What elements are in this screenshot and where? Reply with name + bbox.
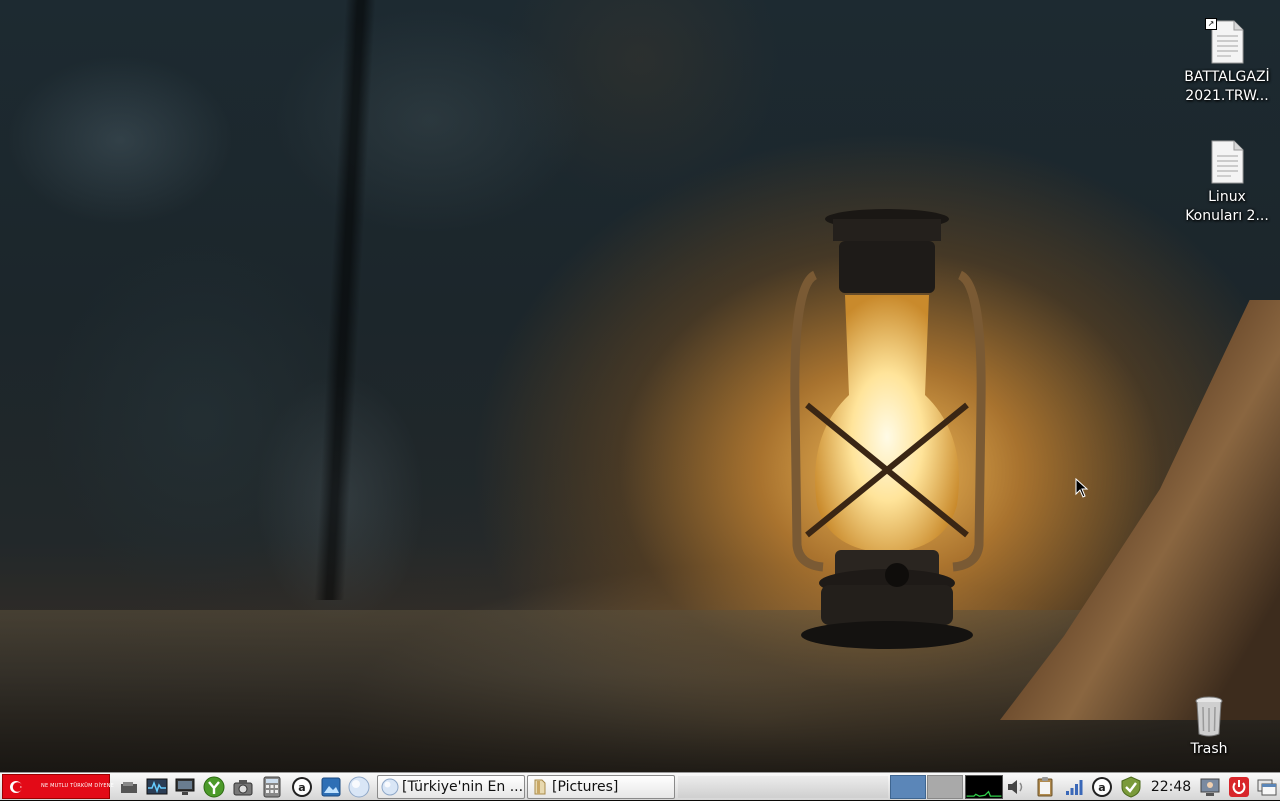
cpu-usage-graph xyxy=(965,775,1003,799)
text-document-icon xyxy=(1209,140,1245,184)
desktop-icon-linux-konulari[interactable]: Linux Konuları 2... xyxy=(1172,140,1280,226)
task-button-browser[interactable]: [Türkiye'nin En ... xyxy=(377,775,525,799)
start-slogan: NE MUTLU TÜRKÜM DİYENE xyxy=(41,783,115,789)
web-browser-icon[interactable] xyxy=(348,776,370,798)
folder-icon xyxy=(534,779,546,795)
network-signal-icon[interactable] xyxy=(1063,776,1085,798)
text-document-shortcut-icon: ↗ xyxy=(1205,18,1245,64)
clock[interactable]: 22:48 xyxy=(1146,773,1196,801)
desktop-icon-trash[interactable]: Trash xyxy=(1154,696,1264,759)
mouse-pointer-icon xyxy=(1075,478,1089,498)
workspace-2[interactable] xyxy=(927,775,963,799)
desktop-icon-label-line1: Linux xyxy=(1208,189,1246,205)
task-label: [Pictures] xyxy=(552,779,619,795)
desktop-icon-label: Trash xyxy=(1190,741,1228,757)
task-label: [Türkiye'nin En ... xyxy=(402,779,524,795)
svg-text:a: a xyxy=(298,781,305,794)
system-monitor-icon[interactable] xyxy=(146,776,168,798)
desktop-wallpaper[interactable] xyxy=(0,0,1280,772)
app-store-icon[interactable]: a xyxy=(291,776,313,798)
shortcut-arrow-icon: ↗ xyxy=(1205,18,1217,30)
torrent-client-icon[interactable] xyxy=(203,776,225,798)
svg-text:a: a xyxy=(1098,781,1105,794)
desktop-icon-label-line2: Konuları 2... xyxy=(1185,208,1269,224)
calculator-icon[interactable] xyxy=(261,776,283,798)
taskbar-empty-area xyxy=(678,776,888,798)
oil-lantern-image xyxy=(790,209,986,649)
workspace-1-active[interactable] xyxy=(890,775,926,799)
screenshot-icon[interactable] xyxy=(232,776,254,798)
software-update-icon[interactable]: a xyxy=(1091,776,1113,798)
user-switch-icon[interactable] xyxy=(1199,776,1221,798)
clipboard-icon[interactable] xyxy=(1034,776,1056,798)
taskbar: NE MUTLU TÜRKÜM DİYENE a [Türkiye'nin En… xyxy=(0,772,1280,800)
volume-icon[interactable] xyxy=(1005,776,1027,798)
desktop-icon-battalgazi[interactable]: ↗ BATTALGAZİ 2021.TRW... xyxy=(1172,18,1280,106)
show-desktop-icon[interactable] xyxy=(118,776,140,798)
display-icon[interactable] xyxy=(174,776,196,798)
image-viewer-icon[interactable] xyxy=(320,776,342,798)
security-shield-icon[interactable] xyxy=(1120,776,1142,798)
window-list-icon[interactable] xyxy=(1256,776,1278,798)
desktop-icon-label-line1: BATTALGAZİ xyxy=(1184,69,1270,85)
task-button-pictures[interactable]: [Pictures] xyxy=(527,775,675,799)
desktop-icon-label-line2: 2021.TRW... xyxy=(1185,88,1269,104)
web-browser-icon xyxy=(381,778,399,796)
start-menu-button[interactable]: NE MUTLU TÜRKÜM DİYENE xyxy=(2,774,114,799)
power-icon[interactable] xyxy=(1228,776,1250,798)
stone-wall-texture xyxy=(0,0,1280,620)
turkish-flag-icon xyxy=(10,781,23,793)
trash-icon xyxy=(1194,696,1224,738)
